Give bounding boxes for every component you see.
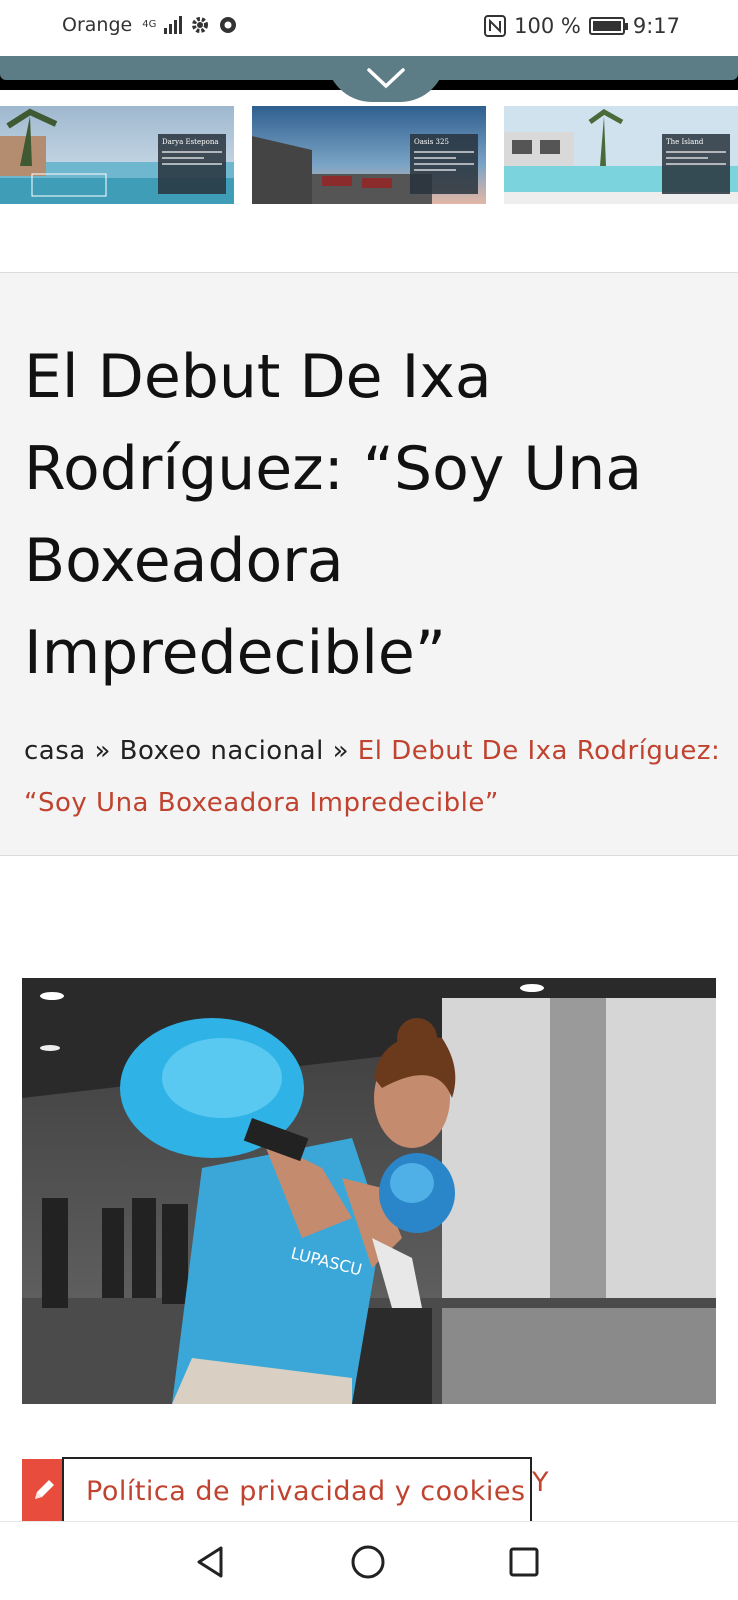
- recents-square-icon: [509, 1547, 539, 1577]
- status-right: 100 % 9:17: [484, 14, 680, 38]
- signal-icon: [164, 16, 183, 34]
- cookie-policy-link[interactable]: Política de privacidad y cookies: [86, 1476, 526, 1507]
- page-title: El Debut De Ixa Rodríguez: “Soy Una Boxe…: [24, 342, 643, 688]
- property-thumbnail[interactable]: The Island: [504, 106, 738, 204]
- property-title: Oasis 325: [414, 138, 449, 146]
- back-triangle-icon: [197, 1546, 223, 1578]
- property-thumbnail[interactable]: Oasis 325: [252, 106, 486, 204]
- page-header: El Debut De Ixa Rodríguez: “Soy Una Boxe…: [0, 272, 738, 856]
- system-nav-bar: [0, 1521, 738, 1600]
- battery-percent: 100 %: [514, 14, 581, 38]
- home-circle-icon: [351, 1545, 385, 1579]
- home-button[interactable]: [346, 1540, 390, 1584]
- property-carousel: Darya Estepona Oasis 325 The Island: [0, 106, 738, 204]
- property-title: The Island: [666, 138, 704, 146]
- article-image: LUPASCU: [22, 978, 716, 1404]
- cookie-policy-banner[interactable]: Política de privacidad y cookies: [62, 1457, 532, 1523]
- breadcrumb: casa » Boxeo nacional » El Debut De Ixa …: [24, 725, 724, 829]
- edit-button[interactable]: [22, 1459, 66, 1521]
- property-card: Oasis 325: [410, 134, 478, 194]
- boxer-photo: LUPASCU: [22, 978, 716, 1404]
- property-thumbnail[interactable]: Darya Estepona: [0, 106, 234, 204]
- breadcrumb-separator: »: [94, 736, 111, 766]
- breadcrumb-category-link[interactable]: Boxeo nacional: [120, 736, 324, 766]
- expand-banner-button[interactable]: [326, 56, 446, 102]
- nfc-icon: [484, 15, 507, 37]
- status-bar: Orange 4G 100 % 9:17: [0, 0, 738, 56]
- back-button[interactable]: [188, 1540, 232, 1584]
- recents-button[interactable]: [502, 1540, 546, 1584]
- pencil-icon: [35, 1480, 54, 1499]
- property-title: Darya Estepona: [162, 138, 219, 146]
- clock: 9:17: [632, 14, 680, 38]
- settings-icon: [192, 17, 209, 33]
- property-card: The Island: [662, 134, 730, 194]
- status-left: Orange 4G: [62, 14, 238, 36]
- breadcrumb-home-link[interactable]: casa: [24, 736, 86, 766]
- chevron-down-icon: [367, 68, 405, 89]
- chrome-icon: [220, 17, 237, 33]
- battery-icon: [588, 17, 628, 35]
- breadcrumb-separator: »: [332, 736, 350, 766]
- property-card: Darya Estepona: [158, 134, 226, 194]
- network-type: 4G: [142, 19, 157, 30]
- hidden-text-peek: Y: [532, 1467, 549, 1498]
- carrier-name: Orange: [62, 14, 133, 36]
